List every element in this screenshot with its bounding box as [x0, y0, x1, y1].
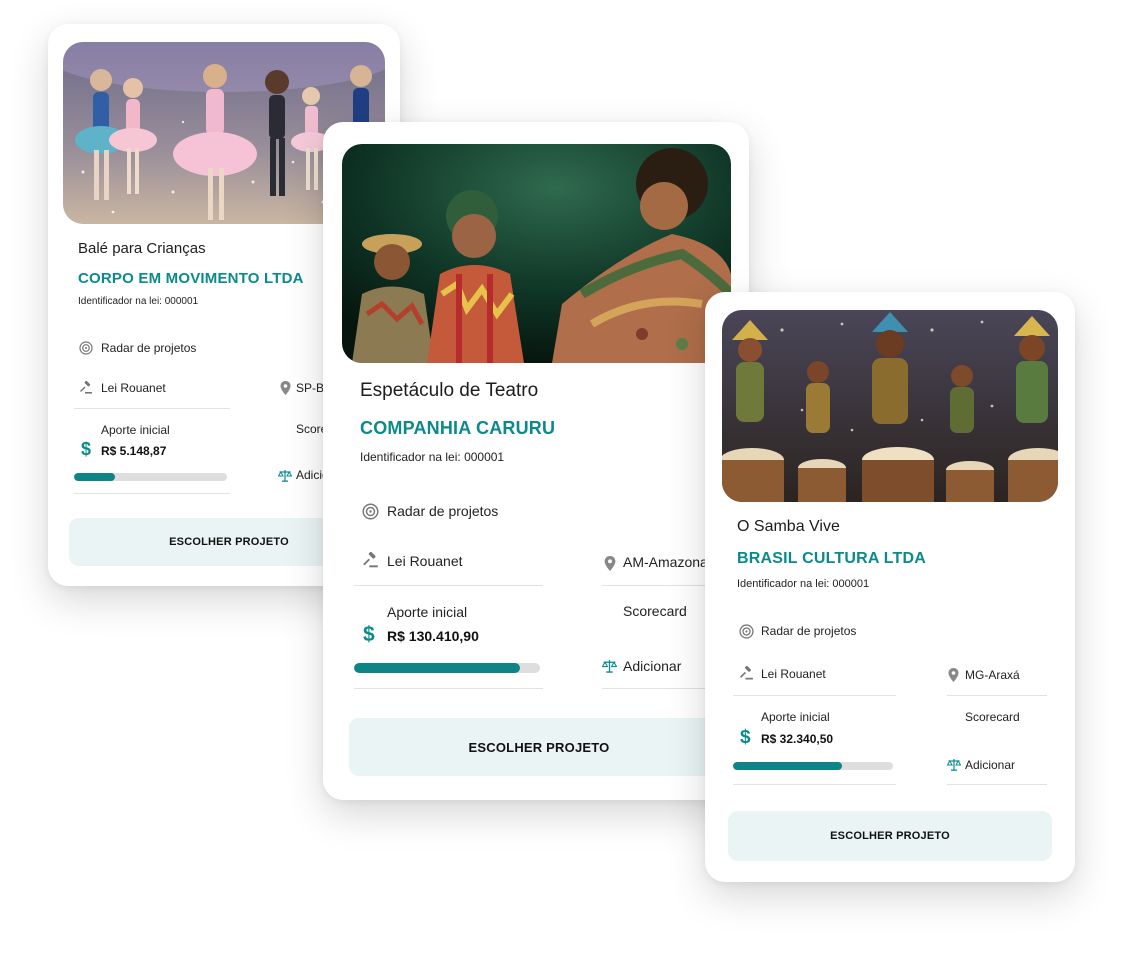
location-pin-icon — [946, 667, 960, 683]
divider — [74, 408, 230, 409]
gavel-icon — [738, 665, 754, 681]
dollar-icon: $ — [81, 439, 92, 459]
aporte-label: Aporte inicial — [761, 710, 830, 724]
divider — [354, 585, 543, 586]
scale-icon — [601, 657, 618, 674]
divider — [947, 695, 1047, 696]
law-identifier: Identificador na lei: 000001 — [78, 296, 199, 307]
company-name: CORPO EM MOVIMENTO LTDA — [78, 270, 304, 287]
aporte-label: Aporte inicial — [387, 604, 468, 620]
law-identifier: Identificador na lei: 000001 — [360, 450, 505, 464]
scorecard-label[interactable]: Scorecard — [623, 603, 687, 619]
location-pin-icon — [602, 554, 618, 572]
divider — [354, 688, 543, 689]
progress-fill — [74, 473, 116, 481]
project-title: O Samba Vive — [737, 518, 840, 535]
project-title: Balé para Crianças — [78, 240, 206, 257]
add-label[interactable]: Adicionar — [965, 758, 1015, 772]
divider — [947, 784, 1047, 785]
radar-icon — [361, 502, 379, 520]
scale-icon — [946, 757, 961, 772]
radar-icon — [78, 340, 94, 356]
law-name: Lei Rouanet — [761, 667, 826, 681]
project-photo — [722, 310, 1058, 502]
divider — [733, 695, 896, 696]
progress-fill — [733, 762, 842, 770]
scorecard-label[interactable]: Scorecard — [965, 710, 1020, 724]
radar-icon — [738, 623, 754, 639]
add-label[interactable]: Adicionar — [623, 658, 681, 674]
choose-project-button[interactable]: ESCOLHER PROJETO — [728, 811, 1052, 861]
scale-icon — [277, 467, 293, 483]
progress-bar — [733, 762, 893, 770]
dollar-icon: $ — [740, 727, 751, 748]
law-identifier: Identificador na lei: 000001 — [737, 578, 870, 590]
aporte-label: Aporte inicial — [101, 423, 170, 437]
progress-bar — [354, 663, 540, 673]
aporte-value: R$ 32.340,50 — [761, 732, 834, 746]
location-label: AM-Amazona — [623, 554, 708, 570]
dollar-icon: $ — [363, 623, 375, 646]
radar-label[interactable]: Radar de projetos — [761, 624, 856, 638]
gavel-icon — [78, 380, 94, 396]
company-name: COMPANHIA CARURU — [360, 418, 556, 438]
radar-label[interactable]: Radar de projetos — [387, 503, 498, 519]
location-pin-icon — [277, 380, 293, 396]
project-card-samba: O Samba Vive BRASIL CULTURA LTDA Identif… — [705, 292, 1075, 882]
project-photo — [342, 144, 731, 363]
progress-bar — [74, 473, 227, 481]
radar-label[interactable]: Radar de projetos — [101, 341, 196, 355]
aporte-value: R$ 130.410,90 — [387, 628, 479, 644]
project-card-theater: Espetáculo de Teatro COMPANHIA CARURU Id… — [323, 122, 749, 800]
location-label: MG-Araxá — [965, 668, 1020, 682]
law-name: Lei Rouanet — [387, 553, 463, 569]
law-name: Lei Rouanet — [101, 381, 166, 395]
divider — [74, 493, 230, 494]
divider — [733, 784, 896, 785]
progress-fill — [354, 663, 520, 673]
choose-project-button[interactable]: ESCOLHER PROJETO — [349, 718, 729, 776]
gavel-icon — [361, 551, 379, 569]
company-name: BRASIL CULTURA LTDA — [737, 550, 926, 567]
aporte-value: R$ 5.148,87 — [101, 444, 167, 458]
project-title: Espetáculo de Teatro — [360, 380, 539, 401]
